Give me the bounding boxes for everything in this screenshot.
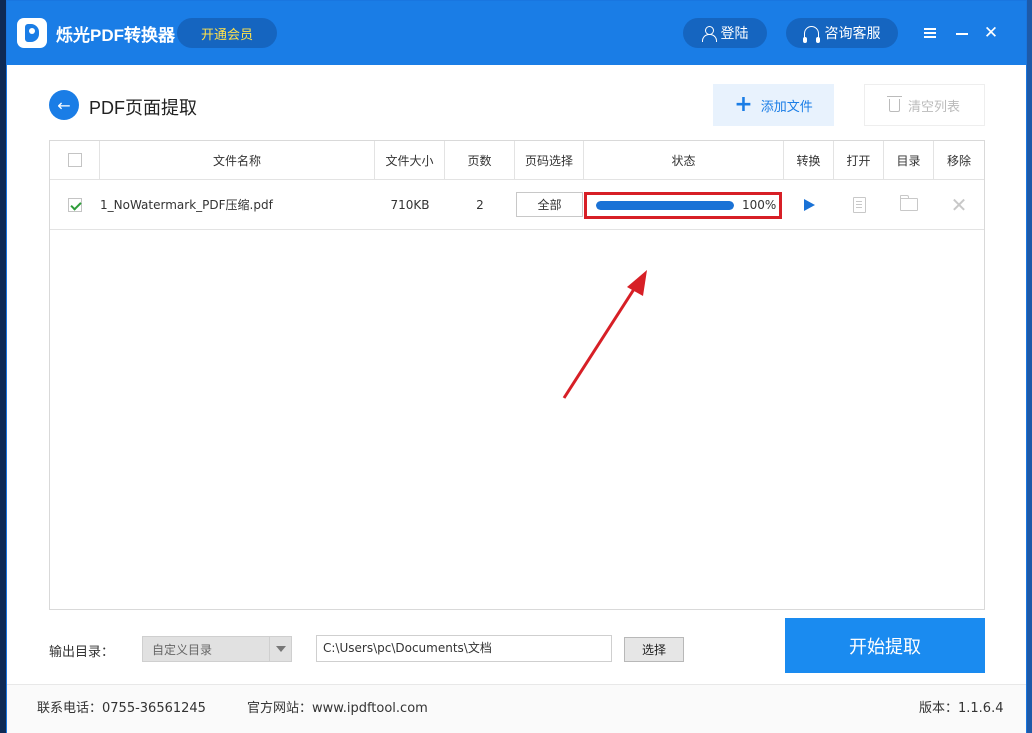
customer-service-label: 咨询客服 (824, 26, 881, 42)
header-directory: 目录 (884, 141, 934, 179)
headset-icon (802, 26, 819, 43)
page-title: PDF页面提取 (89, 98, 197, 118)
output-dir-select-value: 自定义目录 (152, 642, 213, 657)
row-range-cell: 全部 (515, 180, 584, 229)
header-status: 状态 (584, 141, 784, 179)
version-label: 版本：1.1.6.4 (919, 701, 1004, 716)
header-convert: 转换 (784, 141, 834, 179)
clear-list-button[interactable]: 清空列表 (864, 84, 985, 126)
close-icon[interactable]: ✕ (981, 23, 1001, 43)
output-dir-select[interactable]: 自定义目录 (142, 636, 292, 662)
arrow-left-icon: ← (57, 95, 71, 115)
row-pages: 2 (476, 197, 484, 212)
select-all-checkbox[interactable] (67, 153, 82, 167)
row-convert-cell (784, 180, 834, 229)
login-button[interactable]: 登陆 (683, 18, 767, 48)
user-icon (701, 26, 717, 42)
title-bar: 烁光PDF转换器 开通会员 登陆 咨询客服 ✕ (7, 1, 1026, 65)
chevron-down-icon (275, 646, 286, 652)
remove-icon[interactable]: ✕ (951, 195, 968, 215)
start-extract-button[interactable]: 开始提取 (785, 618, 985, 673)
table-row: 1_NoWatermark_PDF压缩.pdf 710KB 2 全部 100% (50, 180, 984, 230)
clear-list-label: 清空列表 (907, 99, 960, 115)
header-filesize: 文件大小 (375, 141, 445, 179)
minimize-icon[interactable] (952, 23, 972, 43)
row-directory-cell (884, 180, 934, 229)
back-button[interactable]: ← (49, 90, 79, 120)
select-all-cell (50, 141, 100, 179)
output-dir-label: 输出目录： (49, 645, 115, 660)
header-pages: 页数 (445, 141, 515, 179)
header-remove: 移除 (946, 153, 971, 168)
choose-dir-button[interactable]: 选择 (624, 637, 684, 662)
login-label: 登陆 (720, 26, 749, 42)
footer: 联系电话：0755-36561245 官方网站：www.ipdftool.com… (7, 684, 1026, 733)
folder-icon[interactable] (899, 195, 918, 211)
annotation-highlight-box (584, 192, 782, 219)
app-title: 烁光PDF转换器 (56, 26, 175, 45)
row-check-cell (50, 180, 100, 229)
app-logo-icon (17, 18, 47, 48)
add-file-label: 添加文件 (760, 99, 813, 115)
trash-icon (886, 95, 902, 112)
table-header: 文件名称 文件大小 页数 页码选择 状态 转换 打开 目录 移除 (50, 141, 984, 180)
app-window: 烁光PDF转换器 开通会员 登陆 咨询客服 ✕ ← PDF页面提取 + 添加文件… (6, 0, 1027, 733)
header-page-range: 页码选择 (515, 141, 584, 179)
official-website: 官方网站：www.ipdftool.com (247, 701, 428, 716)
row-checkbox[interactable] (68, 197, 82, 212)
dropdown-arrow[interactable] (269, 637, 291, 661)
header-open: 打开 (834, 141, 884, 179)
customer-service-button[interactable]: 咨询客服 (786, 18, 898, 48)
contact-phone: 联系电话：0755-36561245 (37, 701, 206, 716)
menu-icon[interactable] (920, 23, 940, 43)
vip-button[interactable]: 开通会员 (177, 18, 277, 48)
row-status: 100% (584, 180, 784, 229)
page-range-button[interactable]: 全部 (516, 192, 583, 217)
row-open-cell (834, 180, 884, 229)
plus-icon: + (734, 92, 753, 117)
add-file-button[interactable]: + 添加文件 (713, 84, 834, 126)
document-icon[interactable] (852, 196, 866, 213)
row-filesize: 710KB (390, 197, 430, 212)
row-remove-cell: ✕ (934, 180, 984, 229)
row-filename: 1_NoWatermark_PDF压缩.pdf (100, 198, 273, 212)
output-path-field[interactable]: C:\Users\pc\Documents\文档 (316, 635, 612, 662)
header-filename: 文件名称 (100, 141, 375, 179)
file-table: 文件名称 文件大小 页数 页码选择 状态 转换 打开 目录 移除 1_NoWat… (49, 140, 985, 610)
play-icon[interactable] (803, 198, 815, 211)
